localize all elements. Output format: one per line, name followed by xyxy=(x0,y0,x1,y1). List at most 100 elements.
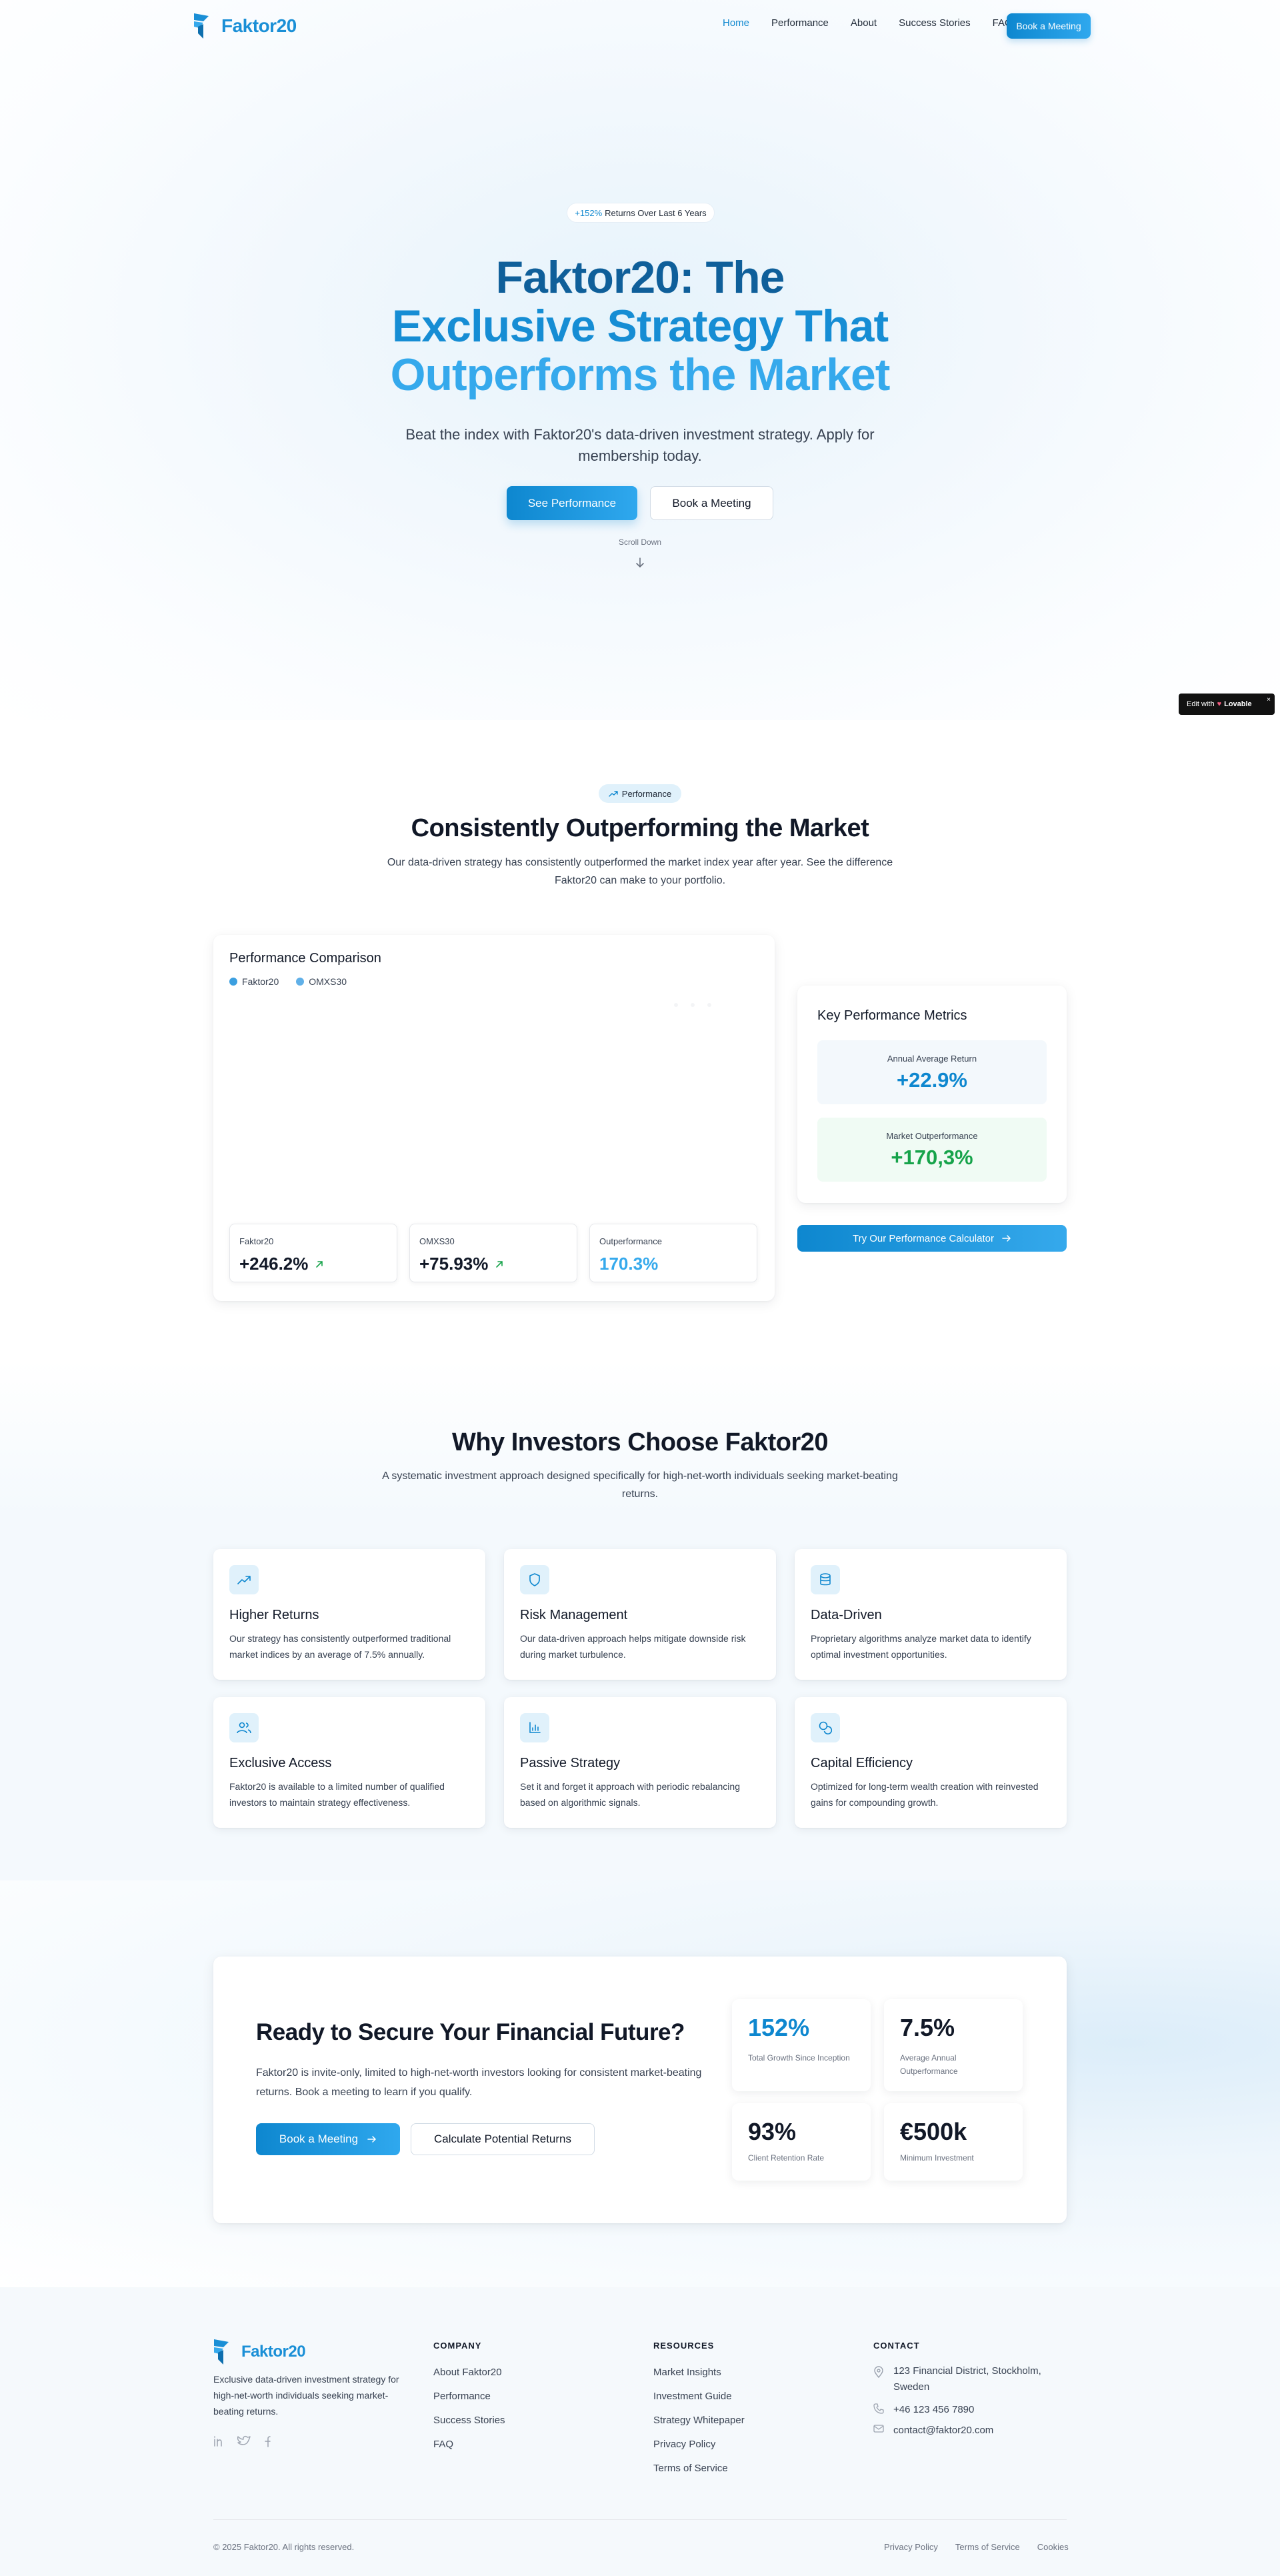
nav-link-success-stories[interactable]: Success Stories xyxy=(899,17,971,29)
footer-logo[interactable]: Faktor20 xyxy=(213,2339,306,2365)
performance-calculator-label: Try Our Performance Calculator xyxy=(852,1232,994,1244)
summary-label: Outperformance xyxy=(599,1236,662,1246)
users-icon xyxy=(229,1713,259,1742)
footer-description: Exclusive data-driven investment strateg… xyxy=(213,2374,399,2417)
footer-bottom-link[interactable]: Privacy Policy xyxy=(884,2542,938,2552)
facebook-icon[interactable] xyxy=(263,2435,271,2447)
stat-caption: Client Retention Rate xyxy=(748,2153,825,2163)
footer-bottom-link[interactable]: Cookies xyxy=(1037,2542,1069,2552)
chart-plot-area xyxy=(674,1003,711,1007)
cta-card: Ready to Secure Your Financial Future? F… xyxy=(213,1957,1067,2223)
contact-address: 123 Financial District, Stockholm, Swede… xyxy=(873,2365,1053,2395)
lovable-heart-icon: ♥ xyxy=(1217,700,1222,708)
nav-links: Home Performance About Success Stories F… xyxy=(723,17,1013,29)
feature-title: Exclusive Access xyxy=(229,1756,332,1770)
lovable-brand: Lovable xyxy=(1224,700,1252,708)
calculate-returns-button[interactable]: Calculate Potential Returns xyxy=(411,2123,595,2155)
performance-tag: Performance xyxy=(599,784,681,803)
feature-card-passive-strategy: Passive Strategy Set it and forget it ap… xyxy=(504,1697,776,1828)
feature-card-higher-returns: Higher Returns Our strategy has consiste… xyxy=(213,1549,485,1680)
nav-book-meeting-button[interactable]: Book a Meeting xyxy=(1007,13,1091,39)
metrics-title: Key Performance Metrics xyxy=(817,1008,967,1023)
stat-value: 7.5% xyxy=(900,2014,955,2041)
feature-desc: Proprietary algorithms analyze market da… xyxy=(811,1633,1031,1660)
arrow-down-icon[interactable] xyxy=(633,556,647,569)
feature-title: Risk Management xyxy=(520,1608,628,1622)
coins-icon xyxy=(811,1713,840,1742)
footer-link[interactable]: Market Insights xyxy=(653,2366,745,2379)
stat-value: 152% xyxy=(748,2014,810,2041)
stat-caption: Average Annual Outperformance xyxy=(900,2053,958,2076)
footer-link[interactable]: Terms of Service xyxy=(653,2462,745,2475)
trending-up-icon xyxy=(609,791,618,797)
chart-legend: Faktor20 OMXS30 xyxy=(229,976,347,987)
performance-title: Consistently Outperforming the Market xyxy=(411,814,869,842)
footer-bottom-link[interactable]: Terms of Service xyxy=(955,2542,1020,2552)
feature-desc: Optimized for long-term wealth creation … xyxy=(811,1781,1039,1808)
twitter-icon[interactable] xyxy=(237,2435,251,2447)
footer-company-links: About Faktor20 Performance Success Stori… xyxy=(433,2366,505,2451)
key-metrics-card: Key Performance Metrics Annual Average R… xyxy=(797,986,1067,1203)
footer-contact-title: CONTACT xyxy=(873,2341,920,2351)
logo-mark-icon xyxy=(194,13,209,39)
edit-with-lovable-badge[interactable]: Edit with ♥ Lovable × xyxy=(1179,694,1275,715)
nav-link-performance[interactable]: Performance xyxy=(771,17,829,29)
footer-link[interactable]: About Faktor20 xyxy=(433,2366,505,2379)
summary-card-omxs30: OMXS30 +75.93% xyxy=(409,1224,577,1282)
metric-annual-return: Annual Average Return +22.9% xyxy=(817,1040,1047,1104)
summary-card-faktor20: Faktor20 +246.2% xyxy=(229,1224,397,1282)
feature-desc: Our strategy has consistently outperform… xyxy=(229,1633,451,1660)
stat-retention: 93% Client Retention Rate xyxy=(732,2103,871,2181)
stat-annual-outperformance: 7.5% Average Annual Outperformance xyxy=(884,1999,1023,2091)
metric-label: Annual Average Return xyxy=(887,1054,977,1064)
footer-link[interactable]: Strategy Whitepaper xyxy=(653,2414,745,2427)
feature-desc: Set it and forget it approach with perio… xyxy=(520,1781,740,1808)
footer-resources-links: Market Insights Investment Guide Strateg… xyxy=(653,2366,745,2475)
legend-faktor20[interactable]: Faktor20 xyxy=(229,976,279,987)
returns-pill-text: Returns Over Last 6 Years xyxy=(605,207,707,218)
top-navigation: Faktor20 Home Performance About Success … xyxy=(0,0,1280,53)
metric-value: +22.9% xyxy=(896,1068,967,1092)
footer-bottom-links: Privacy Policy Terms of Service Cookies xyxy=(884,2542,1069,2552)
returns-pill: +152% Returns Over Last 6 Years xyxy=(567,203,715,223)
performance-calculator-button[interactable]: Try Our Performance Calculator xyxy=(797,1225,1067,1252)
summary-value: +75.93% xyxy=(419,1254,504,1274)
footer-link[interactable]: FAQ xyxy=(433,2438,505,2451)
footer-divider xyxy=(213,2519,1067,2520)
cta-book-meeting-label: Book a Meeting xyxy=(279,2133,359,2145)
feature-title: Data-Driven xyxy=(811,1608,882,1622)
summary-value: +246.2% xyxy=(239,1254,324,1274)
feature-title: Passive Strategy xyxy=(520,1756,621,1770)
nav-link-home[interactable]: Home xyxy=(723,17,749,29)
stat-caption: Minimum Investment xyxy=(900,2153,974,2163)
feature-desc: Our data-driven approach helps mitigate … xyxy=(520,1633,746,1660)
footer-link[interactable]: Privacy Policy xyxy=(653,2438,745,2451)
footer-logo-text: Faktor20 xyxy=(241,2343,306,2361)
legend-omxs30[interactable]: OMXS30 xyxy=(296,976,347,987)
lovable-prefix: Edit with xyxy=(1187,700,1215,708)
arrow-right-icon xyxy=(367,2136,376,2143)
linkedin-icon[interactable] xyxy=(213,2435,225,2447)
lovable-close-icon[interactable]: × xyxy=(1267,696,1271,704)
cta-book-meeting-button[interactable]: Book a Meeting xyxy=(256,2123,400,2155)
see-performance-button[interactable]: See Performance xyxy=(507,486,637,520)
footer xyxy=(0,2287,1280,2576)
legend-faktor20-dot xyxy=(229,978,237,986)
mail-icon xyxy=(873,2425,884,2433)
feature-card-capital-efficiency: Capital Efficiency Optimized for long-te… xyxy=(795,1697,1067,1828)
footer-link[interactable]: Performance xyxy=(433,2390,505,2403)
footer-link[interactable]: Investment Guide xyxy=(653,2390,745,2403)
logo[interactable]: Faktor20 xyxy=(193,13,297,39)
nav-link-about[interactable]: About xyxy=(851,17,877,29)
contact-email-text: contact@faktor20.com xyxy=(893,2425,994,2436)
logo-mark-icon xyxy=(214,2339,229,2365)
footer-link[interactable]: Success Stories xyxy=(433,2414,505,2427)
scroll-down-label[interactable]: Scroll Down xyxy=(0,537,1280,547)
hero-book-meeting-button[interactable]: Book a Meeting xyxy=(650,486,773,520)
contact-phone[interactable]: +46 123 456 7890 xyxy=(873,2403,1053,2416)
hero-title-line-2: Exclusive Strategy That xyxy=(391,301,889,351)
hero-title: Faktor20: The Exclusive Strategy That Ou… xyxy=(0,253,1280,399)
contact-email[interactable]: contact@faktor20.com xyxy=(873,2424,1053,2437)
contact-phone-text: +46 123 456 7890 xyxy=(893,2404,975,2415)
stat-caption: Total Growth Since Inception xyxy=(748,2053,850,2063)
